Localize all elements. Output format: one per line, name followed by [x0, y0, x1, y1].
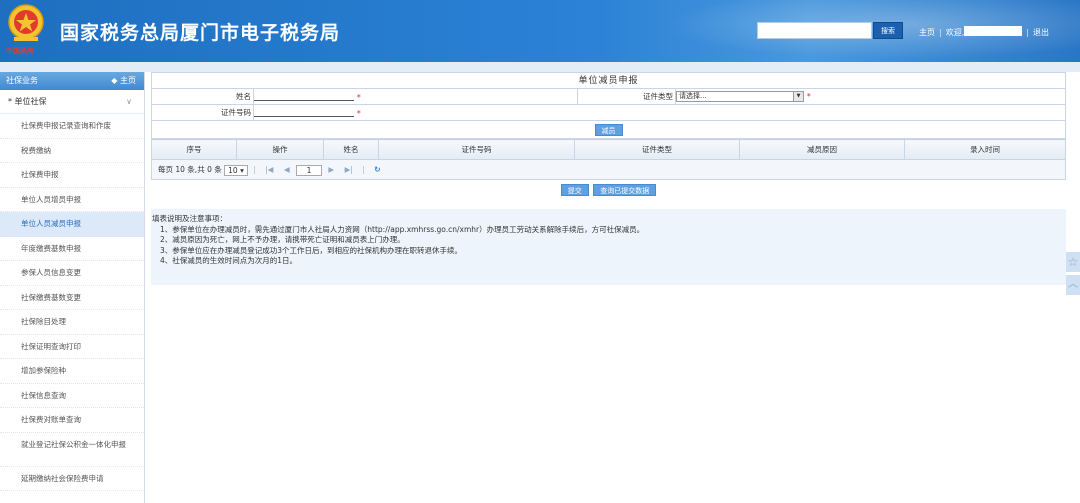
reduction-form: 姓名 * 证件类型 请选择... ▼ * 证件号码 *	[151, 88, 1066, 121]
prev-page-icon[interactable]: ◀	[284, 165, 290, 174]
sidebar-item[interactable]: 年度缴费基数申报	[0, 237, 144, 261]
col-header-reason[interactable]: 减员原因	[739, 139, 905, 160]
name-label: 姓名	[151, 88, 254, 105]
col-header-entry-time[interactable]: 录入时间	[904, 139, 1066, 160]
reduce-button-row: 减员	[151, 121, 1066, 139]
instruction-line: 3、参保单位应在办理减员登记成功3个工作日后，到相应的社保机构办理在职转退休手续…	[160, 245, 463, 255]
sidebar-item[interactable]: 社保除目处理	[0, 310, 144, 335]
tax-emblem-icon	[8, 4, 44, 41]
sidebar: 社保业务 ◆ 主页 * 单位社保 ∨ 社保费申报记录查询和作废 税费缴纳 社保费…	[0, 72, 145, 503]
col-header-index[interactable]: 序号	[151, 139, 237, 160]
instruction-line: 4、社保减员的生效时间点为次月的1日。	[160, 256, 298, 265]
sidebar-item[interactable]: 社保费申报记录查询和作废	[0, 114, 144, 139]
sidebar-item[interactable]: 社保费申报	[0, 163, 144, 188]
submit-button[interactable]: 提交	[560, 184, 589, 196]
sidebar-item[interactable]: 社保证明查询打印	[0, 335, 144, 359]
main-content: 单位减员申报 姓名 * 证件类型 请选择... ▼ * 证件号码 * 减员 序号 操…	[151, 72, 1066, 503]
name-input[interactable]	[254, 92, 354, 101]
sidebar-item[interactable]: 增加参保险种	[0, 359, 144, 384]
id-type-select[interactable]: 请选择... ▼	[676, 91, 804, 102]
sidebar-item[interactable]: 单位人员增员申报	[0, 188, 144, 212]
logout-link[interactable]: 退出	[1033, 27, 1049, 38]
sidebar-item[interactable]: 就业登记社保公积金一体化申报	[0, 433, 144, 467]
sidebar-header: 社保业务 ◆ 主页	[0, 72, 144, 90]
favorite-star-icon[interactable]: ☆	[1066, 252, 1080, 272]
sidebar-section-title: 社保业务	[6, 76, 38, 85]
required-mark: *	[357, 108, 361, 118]
sidebar-home-link[interactable]: ◆ 主页	[111, 72, 136, 90]
page-number-input[interactable]: 1	[296, 164, 323, 176]
page-size-select[interactable]: 10 ▾	[224, 164, 248, 176]
scroll-top-icon[interactable]: ︿	[1066, 275, 1080, 295]
id-number-label: 证件号码	[151, 104, 254, 121]
sidebar-item-active[interactable]: 单位人员减员申报	[0, 212, 144, 237]
instruction-line: 2、减员原因为死亡，网上不予办理，请携带死亡证明和减员表上门办理。	[160, 235, 405, 244]
home-link[interactable]: 主页	[919, 27, 935, 38]
dropdown-arrow-icon: ▼	[793, 92, 803, 101]
col-header-name[interactable]: 姓名	[323, 139, 379, 160]
col-header-id-number[interactable]: 证件号码	[378, 139, 575, 160]
next-page-icon[interactable]: ▶	[328, 165, 334, 174]
col-header-action[interactable]: 操作	[236, 139, 324, 160]
pager-summary: 每页 10 条,共 0 条	[158, 165, 222, 174]
chevron-down-icon: ∨	[126, 97, 132, 106]
reduction-grid: 序号 操作 姓名 证件号码 证件类型 减员原因 录入时间	[151, 139, 1066, 160]
form-title: 单位减员申报	[151, 72, 1066, 88]
sidebar-item[interactable]: 社保缴费基数变更	[0, 286, 144, 310]
welcome-text: 欢迎,	[945, 28, 965, 37]
refresh-icon[interactable]: ↻	[374, 165, 380, 174]
required-mark: *	[807, 91, 811, 101]
sidebar-group-unit-insurance[interactable]: * 单位社保 ∨	[0, 90, 144, 114]
id-type-label: 证件类型	[577, 88, 676, 105]
sidebar-item[interactable]: 社保信息查询	[0, 384, 144, 408]
id-number-input[interactable]	[254, 108, 354, 117]
sidebar-item[interactable]: 参保人员信息变更	[0, 261, 144, 286]
emblem-caption: 中国税务	[6, 47, 34, 55]
pager: 每页 10 条,共 0 条 10 ▾ | |◀ ◀ 1 ▶ ▶| | ↻	[151, 160, 1066, 180]
first-page-icon[interactable]: |◀	[265, 165, 273, 174]
instruction-line: 1、参保单位在办理减员时，需先通过厦门市人社局人力资网（http://app.x…	[160, 224, 645, 234]
site-title: 国家税务总局厦门市电子税务局	[60, 22, 341, 44]
last-page-icon[interactable]: ▶|	[345, 165, 353, 174]
sidebar-item[interactable]: 延期缴纳社会保险费申请	[0, 467, 144, 491]
query-submitted-button[interactable]: 查询已提交数据	[593, 184, 657, 196]
col-header-id-type[interactable]: 证件类型	[574, 139, 740, 160]
top-banner: 中国税务 国家税务总局厦门市电子税务局 搜索 主页 | 欢迎, | 退出	[0, 0, 1080, 62]
sidebar-item[interactable]: 社保费对账单查询	[0, 408, 144, 433]
search-button[interactable]: 搜索	[873, 22, 903, 39]
redacted-username	[964, 26, 1023, 36]
sidebar-item[interactable]: 税费缴纳	[0, 139, 144, 163]
required-mark: *	[357, 92, 361, 102]
action-row: 提交 查询已提交数据	[151, 180, 1066, 202]
instructions-panel: 填表说明及注意事项： 1、参保单位在办理减员时，需先通过厦门市人社局人力资网（h…	[151, 209, 1066, 285]
search-input[interactable]	[757, 22, 872, 39]
top-links: 主页 | 欢迎, | 退出	[919, 26, 1049, 38]
header-strip	[0, 62, 1080, 72]
reduce-button[interactable]: 减员	[594, 124, 623, 136]
instructions-heading: 填表说明及注意事项：	[152, 214, 227, 223]
